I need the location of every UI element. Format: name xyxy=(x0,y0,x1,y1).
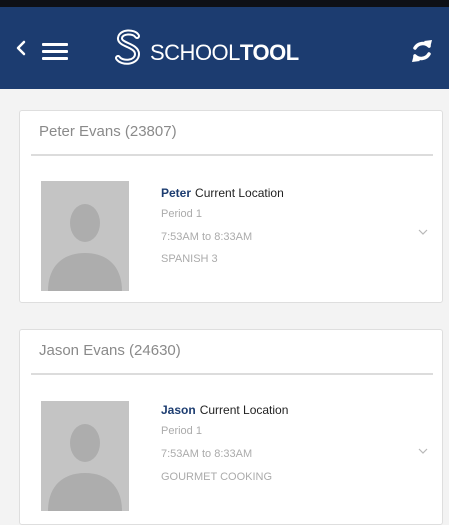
course-text: GOURMET COOKING xyxy=(161,471,273,483)
chevron-down-icon[interactable] xyxy=(418,448,428,454)
person-silhouette-icon xyxy=(48,424,122,511)
student-card[interactable]: Jason Evans (24630) Jason Current Locatio… xyxy=(19,329,443,525)
app-logo-text: SCHOOLTOOL xyxy=(150,40,299,65)
app-header: SCHOOLTOOL xyxy=(0,7,449,89)
student-header: Jason Evans (24630) xyxy=(39,342,181,359)
time-text: 7:53AM to 8:33AM xyxy=(161,448,253,460)
chevron-down-icon[interactable] xyxy=(418,229,428,235)
divider xyxy=(31,373,433,375)
student-first-name: Jason xyxy=(161,403,196,417)
student-photo-placeholder xyxy=(41,181,129,291)
hamburger-menu-icon[interactable] xyxy=(42,41,68,61)
divider xyxy=(31,154,433,156)
course-text: SPANISH 3 xyxy=(161,253,218,265)
student-card[interactable]: Peter Evans (23807) Peter Current Locatio… xyxy=(19,110,443,303)
status-bar xyxy=(0,0,449,7)
person-silhouette-icon xyxy=(48,204,122,291)
refresh-icon[interactable] xyxy=(409,37,435,65)
location-label: Current Location xyxy=(195,186,284,200)
chevron-left-icon[interactable] xyxy=(14,35,28,61)
location-label: Current Location xyxy=(199,403,289,417)
period-text: Period 1 xyxy=(161,425,202,437)
time-text: 7:53AM to 8:33AM xyxy=(161,231,253,243)
student-location-title: Jason Current Location xyxy=(161,403,288,417)
student-location-title: Peter Current Location xyxy=(161,186,284,200)
period-text: Period 1 xyxy=(161,208,202,220)
student-photo-placeholder xyxy=(41,401,129,511)
student-header: Peter Evans (23807) xyxy=(39,123,177,140)
student-first-name: Peter xyxy=(161,186,192,200)
schooltool-s-logo-icon xyxy=(115,29,141,65)
